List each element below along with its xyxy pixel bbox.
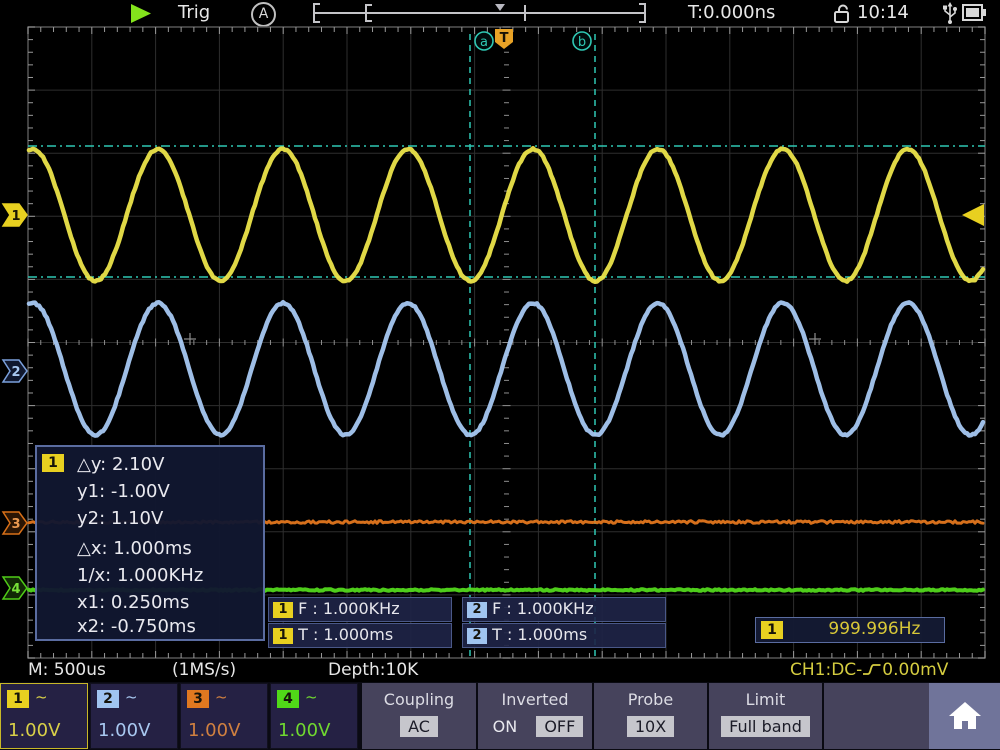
- probe-value-button[interactable]: 10X: [627, 716, 674, 737]
- probe-label: Probe: [594, 690, 707, 709]
- channel-2-badge: 2: [97, 690, 119, 708]
- cursor-b-label[interactable]: b: [573, 32, 591, 50]
- ch1-badge: 1: [273, 602, 293, 618]
- ch1-waveform[interactable]: [29, 148, 983, 282]
- timebase-readout[interactable]: M: 500us: [28, 658, 106, 682]
- channel-3-badge: 3: [187, 690, 209, 708]
- channel-4-coupling-icon: ~: [305, 688, 318, 706]
- record-depth-readout: Depth:10K: [328, 658, 418, 682]
- channel-4-marker[interactable]: 4: [3, 577, 27, 599]
- inverted-label: Inverted: [478, 690, 592, 709]
- channel-3-coupling-icon: ~: [215, 688, 228, 706]
- channel-1-cell[interactable]: 1 ~ 1.00V: [0, 683, 88, 749]
- coupling-value-button[interactable]: AC: [400, 716, 438, 737]
- counter-value: 999.996Hz: [828, 619, 920, 639]
- run-state-play-icon[interactable]: [130, 4, 152, 23]
- limit-label: Limit: [709, 690, 822, 709]
- cursor-delta-y: △y: 2.10V: [77, 451, 164, 478]
- menu-coupling[interactable]: Coupling AC: [360, 683, 476, 749]
- lock-icon[interactable]: [832, 4, 852, 23]
- oscilloscope-screen: Tab1234 Trig A T:0.000ns 10:14 1 △y: 2.1: [0, 0, 1000, 750]
- channel-4-scale: 1.00V: [278, 720, 330, 741]
- inverted-off-button[interactable]: OFF: [536, 716, 583, 737]
- channel-4-cell[interactable]: 4 ~ 1.00V: [270, 683, 358, 749]
- menu-inverted[interactable]: Inverted ON OFF: [476, 683, 592, 749]
- channel-2-coupling-icon: ~: [125, 688, 138, 706]
- svg-text:4: 4: [11, 582, 20, 597]
- ch1-frequency-measure: 1 F : 1.000KHz: [268, 597, 452, 622]
- sample-rate-readout: (1MS/s): [172, 658, 236, 682]
- trigger-settings-readout[interactable]: CH1:DC-0.00mV: [790, 658, 948, 682]
- menu-probe[interactable]: Probe 10X: [592, 683, 707, 749]
- ch2-badge: 2: [467, 602, 487, 618]
- menu-limit[interactable]: Limit Full band: [707, 683, 822, 749]
- ch2-waveform[interactable]: [29, 302, 983, 435]
- svg-text:2: 2: [11, 365, 20, 380]
- cursor-y2: y2: 1.10V: [77, 505, 163, 532]
- frequency-counter: 1 999.996Hz: [755, 617, 945, 643]
- coupling-label: Coupling: [362, 690, 476, 709]
- channel-1-badge: 1: [7, 690, 29, 708]
- ch2-period-measure: 2 T : 1.000ms: [462, 623, 666, 648]
- inverted-on-button[interactable]: ON: [487, 716, 524, 737]
- cursor-y1: y1: -1.00V: [77, 478, 170, 505]
- cursor-x1: x1: 0.250ms: [77, 589, 189, 616]
- trigger-position-flag[interactable]: T: [495, 29, 513, 49]
- usb-icon: [942, 2, 958, 24]
- channel-2-scale: 1.00V: [98, 720, 150, 741]
- rising-edge-icon: [862, 661, 882, 677]
- ch2-badge: 2: [467, 628, 487, 644]
- trigger-position-pointer[interactable]: [495, 4, 505, 11]
- cursor-measurement-panel: 1 △y: 2.10V y1: -1.00V y2: 1.10V △x: 1.0…: [35, 445, 265, 641]
- bottom-panel: 1 ~ 1.00V 2 ~ 1.00V 3 ~ 1.00V 4 ~ 1.00V …: [0, 682, 1000, 750]
- ch2-frequency-measure: 2 F : 1.000KHz: [462, 597, 666, 622]
- svg-text:T: T: [500, 31, 509, 46]
- home-icon: [948, 701, 982, 731]
- cursor-inverse-x: 1/x: 1.000KHz: [77, 562, 203, 589]
- horizontal-position-bar[interactable]: [306, 0, 651, 25]
- limit-value-button[interactable]: Full band: [721, 716, 810, 737]
- menu-empty-cell: [822, 683, 929, 749]
- home-button[interactable]: [929, 683, 1000, 749]
- cursor-delta-x: △x: 1.000ms: [77, 535, 192, 562]
- channel-3-marker[interactable]: 3: [3, 512, 27, 534]
- channel-3-scale: 1.00V: [188, 720, 240, 741]
- channel-4-badge: 4: [277, 690, 299, 708]
- channel-1-coupling-icon: ~: [35, 688, 48, 706]
- svg-text:3: 3: [11, 517, 20, 532]
- trigger-level-marker[interactable]: [962, 204, 984, 226]
- channel-1-scale: 1.00V: [8, 720, 60, 741]
- channel-2-cell[interactable]: 2 ~ 1.00V: [90, 683, 178, 749]
- svg-text:a: a: [480, 35, 488, 50]
- ch1-period-measure: 1 T : 1.000ms: [268, 623, 452, 648]
- cursor-x2: x2: -0.750ms: [77, 613, 196, 640]
- counter-source-badge: 1: [761, 621, 783, 639]
- battery-icon: [962, 4, 988, 22]
- svg-text:1: 1: [11, 209, 20, 224]
- svg-text:b: b: [578, 35, 586, 50]
- cursor-source-badge: 1: [42, 454, 64, 472]
- channel-position-markers[interactable]: 1 2 3 4: [3, 204, 27, 599]
- channel-1-marker[interactable]: 1: [3, 204, 27, 226]
- channel-2-marker[interactable]: 2: [3, 360, 27, 382]
- ch1-badge: 1: [273, 628, 293, 644]
- channel-3-cell[interactable]: 3 ~ 1.00V: [180, 683, 268, 749]
- cursor-a-label[interactable]: a: [475, 32, 493, 50]
